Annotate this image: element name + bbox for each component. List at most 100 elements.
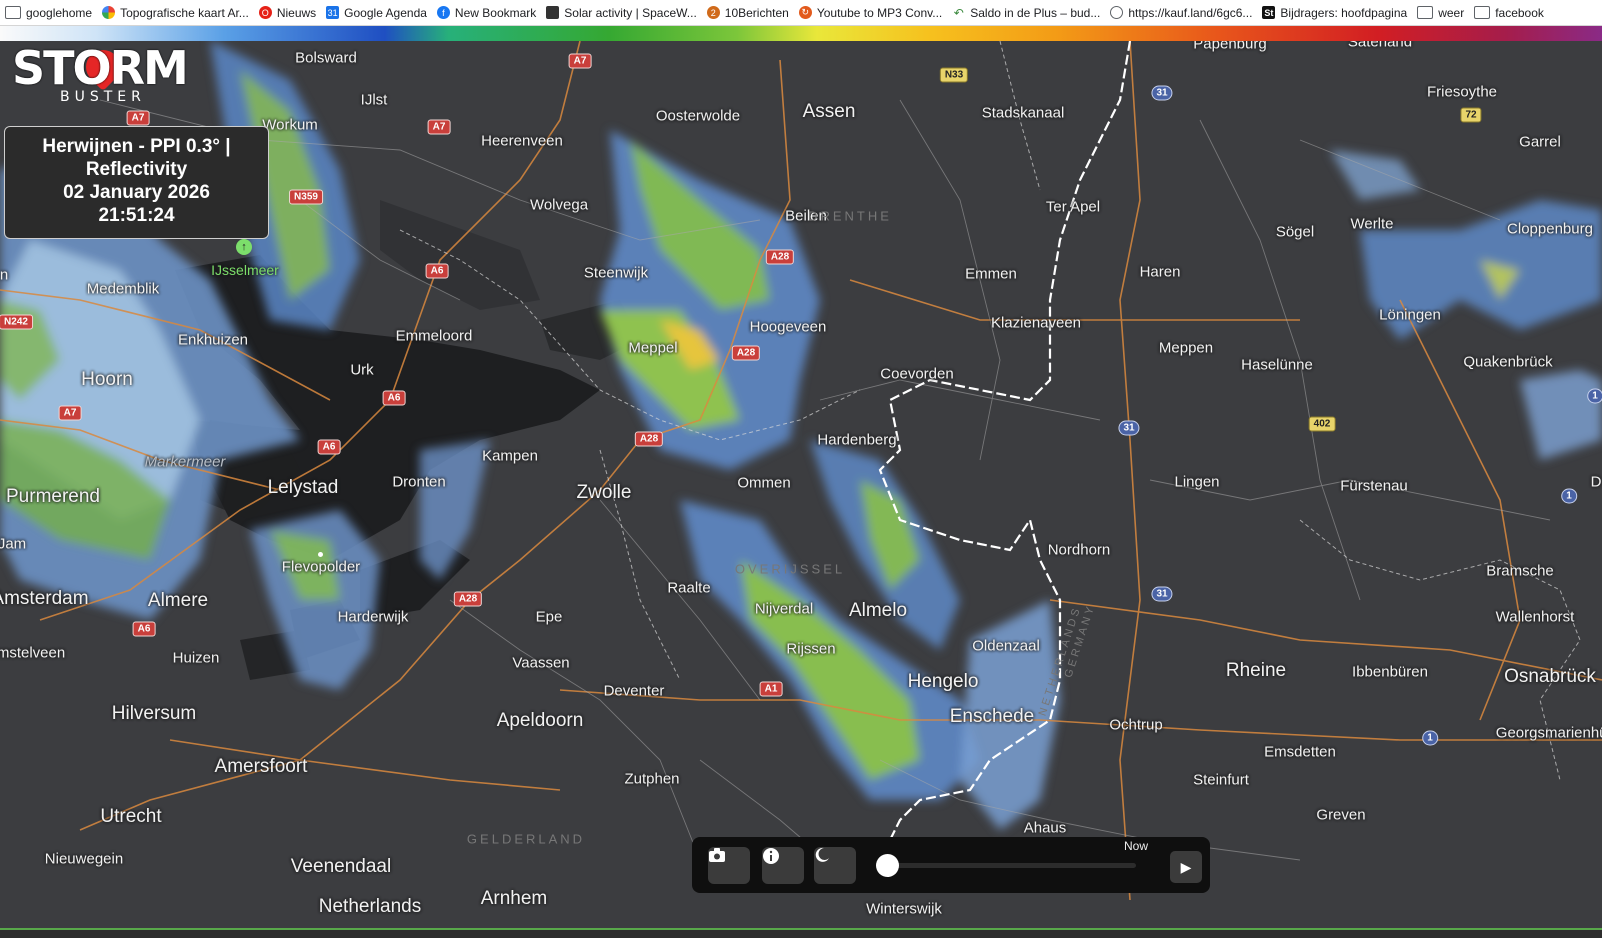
info-icon bbox=[763, 848, 779, 864]
place-loningen: Löningen bbox=[1379, 306, 1441, 324]
place-rheine: Rheine bbox=[1225, 660, 1287, 681]
place-meppel: Meppel bbox=[628, 339, 678, 357]
bookmark-10berichten[interactable]: 2 10Berichten bbox=[702, 0, 794, 25]
timeline-now-label: Now bbox=[1124, 839, 1149, 853]
place-werlte: Werlte bbox=[1350, 215, 1394, 233]
water-marker-icon: ↑ bbox=[236, 239, 252, 255]
bookmark-topografische-kaart[interactable]: Topografische kaart Ar... bbox=[97, 0, 254, 25]
bookmark-youtube-mp3[interactable]: ↻ Youtube to MP3 Conv... bbox=[794, 0, 947, 25]
place-bramsche: Bramsche bbox=[1486, 562, 1554, 580]
radar-map[interactable]: Bolsward IJlst Workum Oosterwolde Assen … bbox=[0, 41, 1602, 928]
place-wolvega: Wolvega bbox=[529, 196, 589, 214]
place-utrecht: Utrecht bbox=[100, 806, 162, 827]
info-button[interactable] bbox=[762, 847, 804, 884]
road-shield: A7 bbox=[58, 405, 82, 421]
bottom-strip bbox=[0, 928, 1602, 938]
place-haselunne: Haselünne bbox=[1241, 356, 1313, 374]
place-amersfoort: Amersfoort bbox=[214, 756, 308, 777]
radar-date: 02 January 2026 bbox=[63, 182, 210, 203]
place-quakenbruck: Quakenbrück bbox=[1463, 353, 1553, 371]
place-almelo: Almelo bbox=[848, 600, 908, 621]
road-shield: A6 bbox=[425, 263, 449, 279]
bookmark-bijdragers[interactable]: St Bijdragers: hoofdpagina bbox=[1257, 0, 1412, 25]
st-icon: St bbox=[1262, 6, 1276, 19]
google-icon bbox=[102, 6, 116, 19]
road-shield: 31 bbox=[1151, 586, 1173, 602]
place-haren: Haren bbox=[1139, 263, 1181, 281]
place-winterswijk: Winterswijk bbox=[866, 900, 942, 918]
bookmark-kauf-land[interactable]: https://kauf.land/6gc6... bbox=[1105, 0, 1257, 25]
road-shield: 1 bbox=[1422, 730, 1438, 746]
place-enkhuizen: Enkhuizen bbox=[177, 331, 249, 349]
place-zwolle: Zwolle bbox=[576, 482, 632, 503]
place-lelystad: Lelystad bbox=[267, 477, 339, 498]
bookmark-saldo[interactable]: ↶ Saldo in de Plus – bud... bbox=[947, 0, 1105, 25]
place-ibbenburen: Ibbenbüren bbox=[1352, 663, 1428, 681]
place-cloppenburg: Cloppenburg bbox=[1507, 220, 1593, 238]
place-oosterwolde: Oosterwolde bbox=[655, 107, 741, 125]
road-shield: N359 bbox=[289, 189, 323, 205]
place-kampen: Kampen bbox=[482, 447, 538, 465]
place-purmerend: Purmerend bbox=[6, 486, 100, 507]
dark-mode-button[interactable] bbox=[814, 847, 856, 884]
place-greven: Greven bbox=[1316, 806, 1366, 824]
road-shield: A7 bbox=[568, 53, 592, 69]
road-shield: A7 bbox=[126, 110, 150, 126]
place-hengelo: Hengelo bbox=[907, 671, 979, 692]
place-raalte: Raalte bbox=[667, 579, 711, 597]
road-shield: A6 bbox=[317, 439, 341, 455]
place-huizen: Huizen bbox=[172, 649, 220, 667]
folder-icon bbox=[1417, 6, 1434, 19]
bookmarks-bar: googlehome Topografische kaart Ar... O Ni… bbox=[0, 0, 1602, 26]
bookmark-facebook[interactable]: facebook bbox=[1469, 0, 1549, 25]
road-shield: A6 bbox=[132, 621, 156, 637]
bookmark-nieuws[interactable]: O Nieuws bbox=[254, 0, 321, 25]
place-stadskanaal: Stadskanaal bbox=[981, 104, 1065, 122]
place-steenwijk: Steenwijk bbox=[583, 264, 649, 282]
bookmark-google-agenda[interactable]: 31 Google Agenda bbox=[321, 0, 432, 25]
place-steinfurt: Steinfurt bbox=[1193, 771, 1249, 789]
place-nordhorn: Nordhorn bbox=[1047, 541, 1111, 559]
radar-product-line: Reflectivity bbox=[85, 159, 188, 180]
screenshot-button[interactable] bbox=[708, 847, 750, 884]
road-shield: A28 bbox=[765, 249, 795, 265]
place-heerenveen: Heerenveen bbox=[481, 132, 563, 150]
region-gelderland: GELDERLAND bbox=[466, 831, 586, 847]
place-medemblik: Medemblik bbox=[86, 280, 160, 298]
road-shield: A6 bbox=[382, 390, 406, 406]
place-workum: Workum bbox=[262, 116, 318, 134]
place-ahaus: Ahaus bbox=[1023, 819, 1067, 837]
bookmark-weer[interactable]: weer bbox=[1412, 0, 1469, 25]
place-dronten: Dronten bbox=[392, 473, 446, 491]
bookmark-googlehome[interactable]: googlehome bbox=[0, 0, 97, 25]
place-garrel: Garrel bbox=[1519, 133, 1561, 151]
region-overijssel: OVERIJSSEL bbox=[734, 561, 846, 577]
folder-icon bbox=[5, 6, 21, 19]
timeline-slider-handle[interactable] bbox=[876, 854, 899, 877]
camera-icon bbox=[709, 848, 725, 862]
timeline-track[interactable] bbox=[886, 863, 1136, 868]
place-oldenzaal: Oldenzaal bbox=[972, 637, 1040, 655]
place-netherlands: Netherlands bbox=[318, 896, 422, 917]
place-sogel: Sögel bbox=[1275, 223, 1315, 241]
place-ommen: Ommen bbox=[737, 474, 791, 492]
place-papenburg: Papenburg bbox=[1193, 41, 1267, 53]
place-amstelveen: Amstelveen bbox=[0, 644, 66, 662]
bookmark-new-bookmark[interactable]: f New Bookmark bbox=[432, 0, 541, 25]
place-n: n bbox=[0, 266, 9, 284]
road-shield: 72 bbox=[1460, 107, 1482, 123]
stormbuster-logo: STORM bbox=[12, 41, 189, 95]
place-epe: Epe bbox=[535, 608, 563, 626]
place-partial: D bbox=[1590, 473, 1602, 491]
play-button[interactable]: ▶ bbox=[1170, 851, 1202, 883]
place-bolsward: Bolsward bbox=[295, 49, 357, 67]
place-hoogeveen: Hoogeveen bbox=[749, 318, 827, 336]
place-hilversum: Hilversum bbox=[111, 703, 197, 724]
place-deventer: Deventer bbox=[603, 682, 665, 700]
moon-icon bbox=[815, 847, 829, 862]
place-klazienaveen: Klazienaveen bbox=[990, 314, 1082, 332]
place-apeldoorn: Apeldoorn bbox=[496, 710, 584, 731]
bookmark-solar-activity[interactable]: Solar activity | SpaceW... bbox=[541, 0, 702, 25]
location-dot bbox=[318, 552, 323, 557]
playback-controls: Now ▶ bbox=[692, 837, 1210, 893]
